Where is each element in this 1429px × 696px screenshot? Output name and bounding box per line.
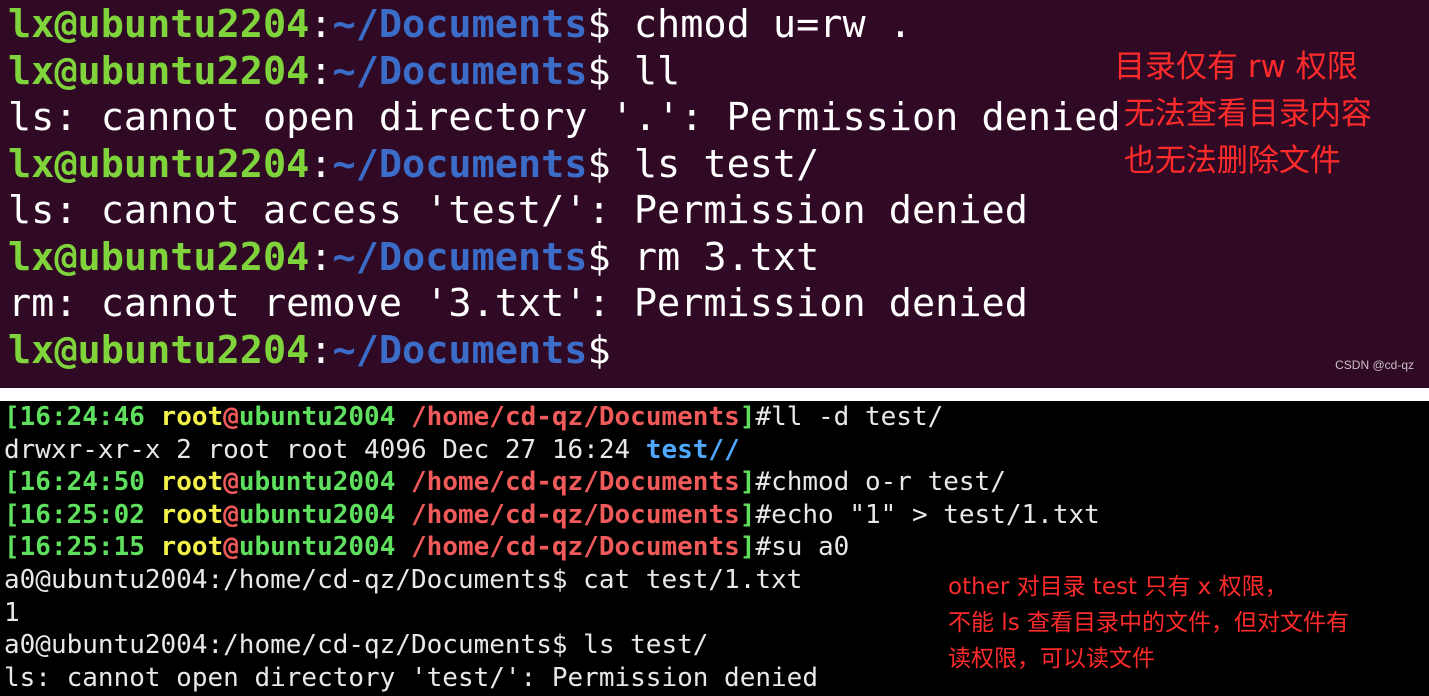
timestamp: 16:25:15 [19,532,145,563]
annotation-line: 无法查看目录内容 [1114,96,1372,132]
terminal-output-line: ls: cannot open directory '.': Permissio… [8,95,1121,140]
command-text: ll [610,48,681,94]
terminal-output-line: a0@ubuntu2004:/home/cd-qz/Documents$ ls … [4,630,709,661]
terminal-output-line: ls: cannot access 'test/': Permission de… [8,188,1028,233]
terminal-output-line: 1 [4,597,20,628]
terminal-output-top: lx@ubuntu2204:~/Documents$ chmod u=rw . … [8,2,1121,374]
annotation-line: 不能 ls 查看目录中的文件，但对文件有 [948,610,1349,636]
terminal-line: lx@ubuntu2204:~/Documents$ ls test/ [8,141,820,187]
watermark: CSDN @cd-qz [1335,358,1414,372]
terminal-window-top[interactable]: lx@ubuntu2204:~/Documents$ chmod u=rw . … [0,0,1429,388]
terminal-line: [16:25:02 root@ubuntu2004 /home/cd-qz/Do… [4,499,1100,530]
command-text: echo "1" > test/1.txt [771,499,1100,530]
terminal-line: lx@ubuntu2204:~/Documents$ ll [8,48,681,94]
annotation-bottom: other 对目录 test 只有 x 权限， 不能 ls 查看目录中的文件，但… [948,569,1349,677]
directory-name: test/ [645,434,725,465]
terminal-line: lx@ubuntu2204:~/Documents$ chmod u=rw . [8,2,912,47]
terminal-line: [16:24:50 root@ubuntu2004 /home/cd-qz/Do… [4,467,1006,498]
terminal-output-line: a0@ubuntu2004:/home/cd-qz/Documents$ cat… [4,564,803,595]
divider [0,388,1429,401]
terminal-line: lx@ubuntu2204:~/Documents$ rm 3.txt [8,234,820,280]
terminal-line: [16:24:46 root@ubuntu2004 /home/cd-qz/Do… [4,402,944,432]
terminal-output-line: ls: cannot open directory 'test/': Permi… [4,662,818,693]
annotation-line: 目录仅有 rw 权限 [1114,49,1358,85]
command-text: ls test/ [610,141,820,187]
command-text: su a0 [771,532,850,563]
annotation-top: 目录仅有 rw 权限 无法查看目录内容 也无法删除文件 [1114,44,1372,185]
command-text: chmod o-r test/ [771,467,1006,498]
terminal-prompt-current[interactable]: lx@ubuntu2204:~/Documents$ [8,328,1121,375]
command-text: ll -d test/ [771,402,944,432]
terminal-output-line: rm: cannot remove '3.txt': Permission de… [8,281,1028,326]
timestamp: 16:24:50 [19,467,145,498]
terminal-line: [16:25:15 root@ubuntu2004 /home/cd-qz/Do… [4,532,850,563]
terminal-output-line: drwxr-xr-x 2 root root 4096 Dec 27 16:24… [4,434,740,465]
annotation-line: 也无法删除文件 [1114,143,1341,179]
terminal-window-bottom[interactable]: [16:24:46 root@ubuntu2004 /home/cd-qz/Do… [0,401,1429,696]
annotation-line: other 对目录 test 只有 x 权限， [948,574,1288,600]
timestamp: 16:25:02 [19,499,145,530]
command-text: chmod u=rw . [610,2,912,47]
timestamp: 16:24:46 [19,402,145,432]
terminal-output-bottom: [16:24:46 root@ubuntu2004 /home/cd-qz/Do… [4,401,1100,694]
command-text: rm 3.txt [610,234,820,280]
annotation-line: 读权限，可以读文件 [948,646,1155,672]
